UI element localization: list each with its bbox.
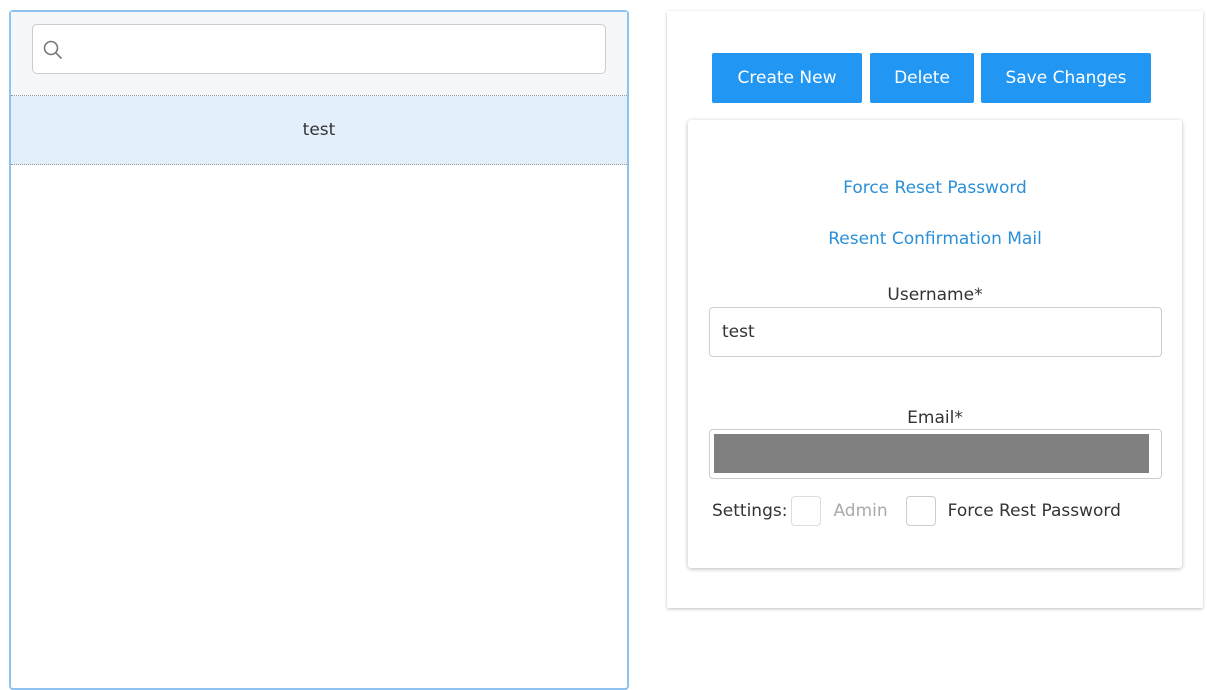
user-detail-panel: Create New Delete Save Changes Force Res… (667, 11, 1203, 608)
search-area (11, 12, 627, 96)
username-label: Username* (887, 285, 983, 305)
email-field[interactable] (709, 429, 1162, 479)
force-rest-password-label: Force Rest Password (947, 501, 1121, 521)
save-changes-button[interactable]: Save Changes (981, 53, 1151, 103)
force-rest-password-checkbox[interactable] (905, 496, 936, 526)
admin-checkbox-label: Admin (833, 501, 888, 521)
settings-label: Settings: (712, 501, 788, 521)
delete-button[interactable]: Delete (870, 53, 974, 103)
email-redacted-block (714, 434, 1149, 473)
settings-row: Settings: Admin Force Rest Password (712, 496, 1121, 526)
user-list-panel: test (9, 10, 629, 690)
username-field[interactable] (709, 307, 1162, 357)
search-box[interactable] (32, 24, 606, 74)
list-item-label: test (302, 120, 336, 140)
email-label: Email* (907, 408, 963, 428)
toolbar: Create New Delete Save Changes (667, 53, 1203, 103)
search-input[interactable] (73, 33, 593, 65)
list-item[interactable]: test (11, 96, 627, 165)
force-reset-password-link[interactable]: Force Reset Password (688, 178, 1182, 198)
resent-confirmation-mail-link[interactable]: Resent Confirmation Mail (688, 229, 1182, 249)
create-new-button[interactable]: Create New (712, 53, 862, 103)
admin-checkbox[interactable] (791, 496, 822, 526)
user-form-card: Force Reset Password Resent Confirmation… (688, 120, 1182, 568)
search-icon (43, 40, 62, 59)
